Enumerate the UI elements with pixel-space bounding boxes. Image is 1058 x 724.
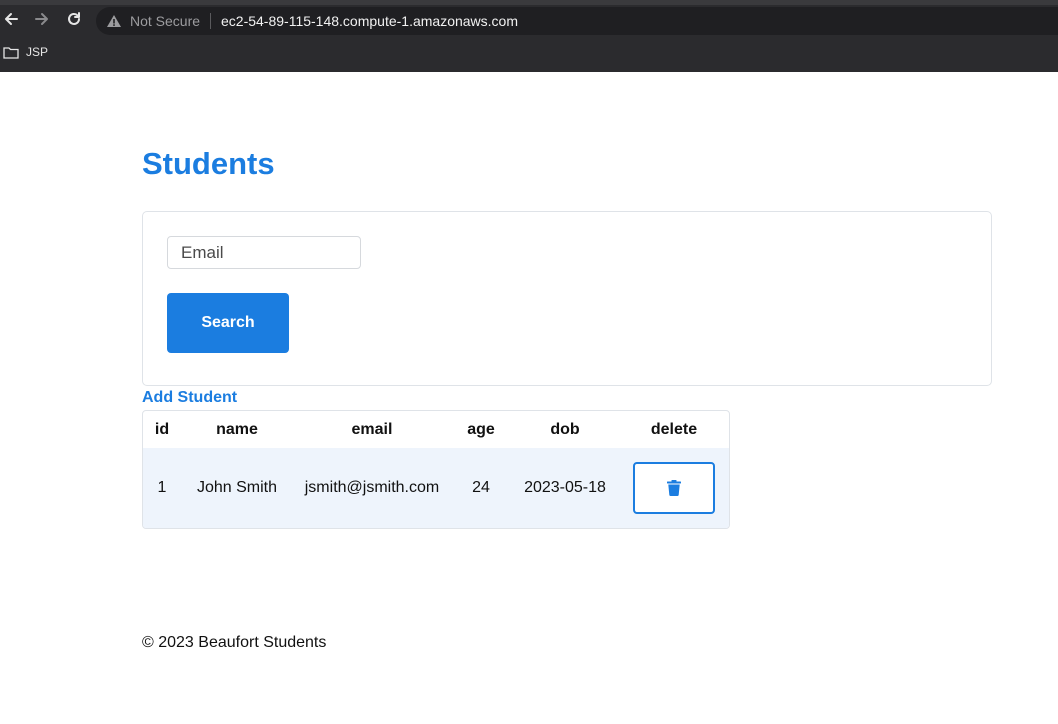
search-card: Search <box>142 211 992 386</box>
table-header-row: id name email age dob delete <box>143 411 729 448</box>
cell-name: John Smith <box>181 448 293 528</box>
search-button[interactable]: Search <box>167 293 289 353</box>
add-student-link[interactable]: Add Student <box>142 389 237 407</box>
bookmark-label: JSP <box>26 45 49 59</box>
back-arrow-icon[interactable] <box>0 10 22 32</box>
header-name: name <box>216 420 258 438</box>
header-id: id <box>154 420 170 438</box>
url-text[interactable]: ec2-54-89-115-148.compute-1.amazonaws.co… <box>221 13 518 29</box>
header-age: age <box>467 420 495 438</box>
cell-email: jsmith@jsmith.com <box>293 448 451 528</box>
forward-arrow-icon[interactable] <box>31 10 53 32</box>
folder-icon <box>3 47 19 59</box>
cell-delete <box>619 448 729 528</box>
address-bar[interactable]: Not Secure ec2-54-89-115-148.compute-1.a… <box>96 7 1058 35</box>
reload-icon[interactable] <box>63 10 85 32</box>
header-email: email <box>351 420 393 438</box>
email-search-input[interactable] <box>167 236 361 269</box>
cell-age: 24 <box>451 448 511 528</box>
trash-icon <box>667 480 681 496</box>
footer-copyright: © 2023 Beaufort Students <box>142 634 327 651</box>
warning-icon <box>107 15 121 27</box>
cell-id: 1 <box>143 448 181 528</box>
address-divider <box>210 13 211 29</box>
cell-dob: 2023-05-18 <box>511 448 619 528</box>
tab-strip-edge <box>0 0 1058 5</box>
header-dob: dob <box>550 420 580 438</box>
delete-button[interactable] <box>633 462 715 514</box>
students-table: id name email age dob delete 1 John Smit… <box>142 410 730 529</box>
browser-chrome: Not Secure ec2-54-89-115-148.compute-1.a… <box>0 0 1058 72</box>
page-title: Students <box>142 146 275 181</box>
table-row: 1 John Smith jsmith@jsmith.com 24 2023-0… <box>143 448 729 528</box>
security-status[interactable]: Not Secure <box>130 13 200 29</box>
header-delete: delete <box>650 420 698 438</box>
